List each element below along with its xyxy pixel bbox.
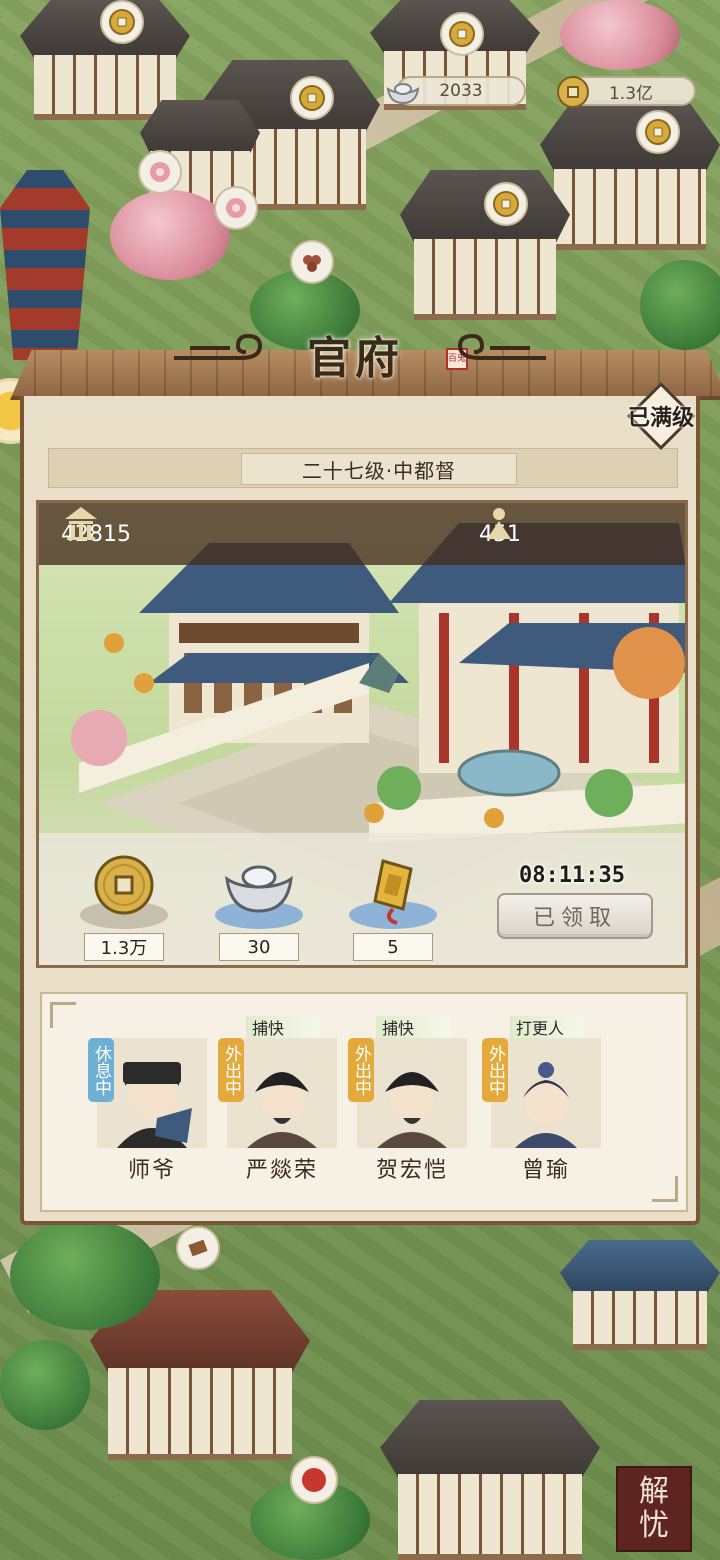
town-house[interactable] [400,170,570,320]
reward-coin-qty: 1.3万 [84,933,164,961]
reward-silver-qty: 30 [219,933,299,961]
flower-collect-icon[interactable] [138,150,182,194]
flower-collect-icon[interactable] [214,186,258,230]
token-icon [373,859,413,925]
office-scene[interactable]: 42815 451 1.3万 [36,500,688,968]
claim-button[interactable]: 已领取 [497,893,653,939]
blossom-tree [110,190,230,280]
coin-counter[interactable]: 1.3亿 [557,76,696,108]
staff-name: 师爷 [127,1158,176,1183]
panel-body: 二十七级·中都督 42815 1.3万 30 5 08:11:35 已领取 休息… [20,396,700,1225]
stamp-char: 忧 [639,1508,669,1543]
reward-token: 5 [349,853,437,961]
role-tag: 捕快 [246,1016,320,1038]
coin-amount: 1.3亿 [608,83,654,104]
max-level-badge: 已满级 [612,382,710,450]
staff-name: 曾瑜 [521,1158,570,1183]
stamp-char: 解 [639,1474,669,1509]
copper-coin-icon [94,855,154,915]
silver-ingot-icon [386,83,420,105]
status-away-tag: 外出中 [348,1038,374,1102]
wood-collect-icon[interactable] [176,1226,220,1270]
staff-constable[interactable]: 捕快 外出中 贺宏恺 [348,1016,472,1184]
blossom-tree [560,0,680,70]
staff-card: 休息中 师爷 捕快 外出中 严燚荣 捕快 外出中 贺宏恺 打更人 外出中 曾瑜 [40,992,688,1212]
staff-name: 贺宏恺 [375,1158,448,1183]
status-resting-tag: 休息中 [88,1038,114,1102]
level-bar: 二十七级·中都督 [48,448,678,488]
countdown-timer: 08:11:35 [519,863,625,888]
staff-constable[interactable]: 捕快 外出中 严燚荣 [218,1016,342,1184]
worry-relief-button[interactable]: 解 忧 [616,1466,692,1552]
tree [640,260,720,350]
stats-bar [39,503,685,565]
level-label: 二十七级·中都督 [241,453,517,485]
title-plaque: 官府 百鬼 [174,320,546,388]
tree [0,1340,90,1430]
pavilion-icon [65,507,97,540]
grape-collect-icon[interactable] [290,240,334,284]
status-away-tag: 外出中 [482,1038,508,1102]
tree [10,1220,160,1330]
copper-coin-icon [557,76,589,108]
coin-collect-icon[interactable] [290,76,334,120]
staff-name: 严燚荣 [245,1158,318,1183]
pagoda[interactable] [0,170,90,360]
panel-title: 官府 [307,333,403,384]
coin-collect-icon[interactable] [484,182,528,226]
silver-counter[interactable]: 2033 [386,76,526,106]
status-away-tag: 外出中 [218,1038,244,1102]
silver-ingot-icon [225,865,293,913]
staff-night-watchman[interactable]: 打更人 外出中 曾瑜 [482,1016,606,1184]
reward-token-qty: 5 [353,933,433,961]
role-tag: 打更人 [510,1016,584,1038]
role-tag: 捕快 [376,1016,450,1038]
silver-amount: 2033 [439,81,483,101]
cloud-ornament-icon [457,333,546,360]
reward-silver: 30 [215,853,303,961]
coin-collect-icon[interactable] [440,12,484,56]
coin-collect-icon[interactable] [636,110,680,154]
coin-collect-icon[interactable] [100,0,144,44]
government-office-panel: 官府 百鬼 二十七级·中都督 42815 1.3万 30 5 08:11:35 … [10,333,720,1225]
staff-advisor[interactable]: 休息中 师爷 [88,1038,212,1184]
max-level-label: 已满级 [627,406,694,431]
apple-collect-icon[interactable] [290,1456,338,1504]
prosperity-stat: 42815 [61,503,131,565]
person-icon [487,508,511,539]
town-house[interactable] [560,1240,720,1350]
population-stat: 451 [479,503,521,565]
town-house[interactable] [380,1400,600,1560]
reward-coin: 1.3万 [80,853,168,961]
cloud-ornament-icon [174,333,263,360]
